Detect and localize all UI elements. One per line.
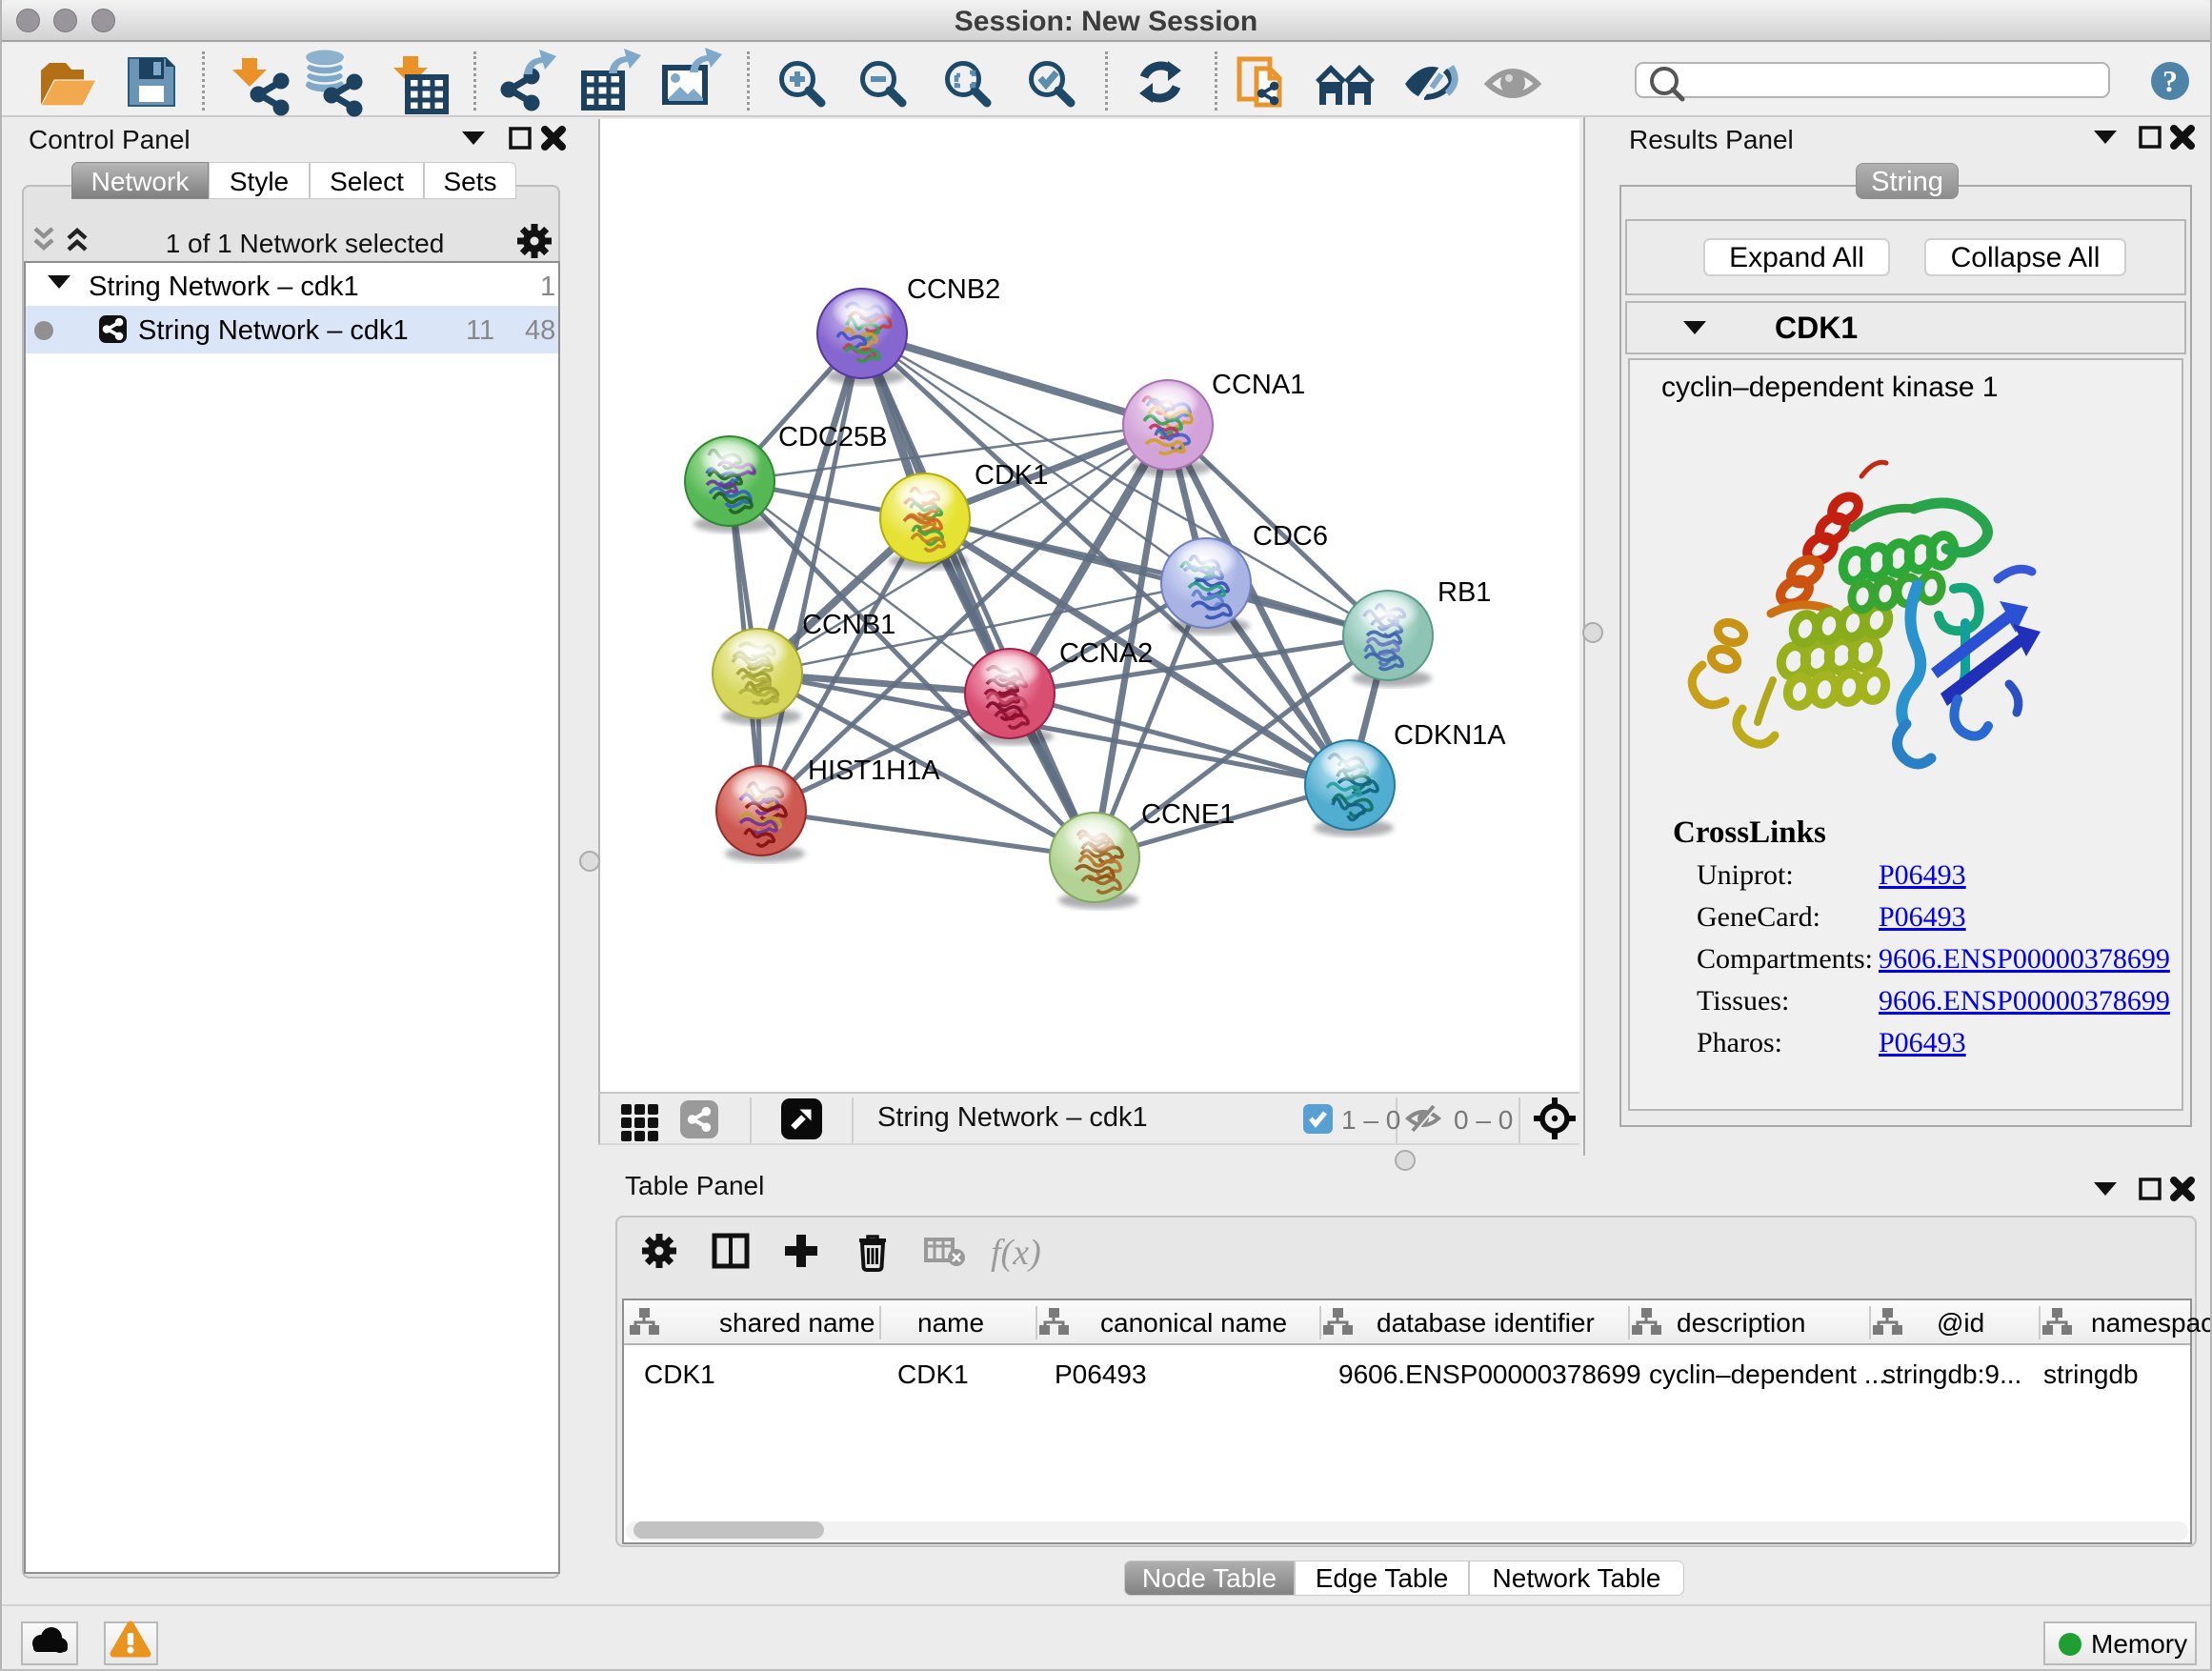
svg-text:CDC6: CDC6 — [1253, 521, 1328, 552]
svg-text:CCNE1: CCNE1 — [1141, 799, 1235, 830]
svg-text:CDK1: CDK1 — [975, 460, 1048, 491]
svg-text:RB1: RB1 — [1438, 577, 1491, 608]
svg-text:?: ? — [2162, 64, 2178, 98]
svg-text:HIST1H1A: HIST1H1A — [808, 755, 940, 786]
svg-text:CCNA1: CCNA1 — [1212, 370, 1305, 400]
svg-text:CCNA2: CCNA2 — [1059, 638, 1153, 669]
svg-text:CDC25B: CDC25B — [778, 422, 887, 453]
svg-text:CDKN1A: CDKN1A — [1394, 720, 1506, 751]
svg-text:CCNB2: CCNB2 — [907, 274, 1000, 305]
svg-text:CCNB1: CCNB1 — [802, 610, 895, 640]
